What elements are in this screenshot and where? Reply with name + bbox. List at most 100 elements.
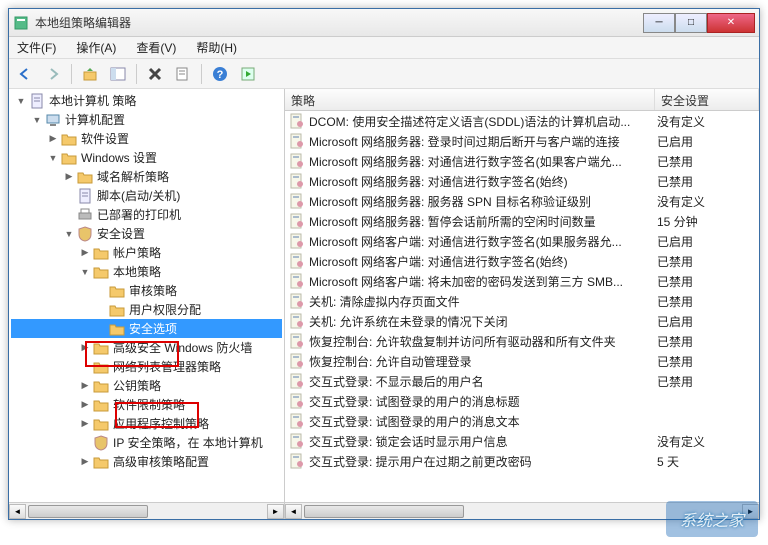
scroll-track[interactable]: [26, 504, 267, 519]
help-icon: ?: [212, 66, 228, 82]
list-body[interactable]: DCOM: 使用安全描述符定义语言(SDDL)语法的计算机启动...没有定义Mi…: [285, 111, 759, 502]
expand-icon[interactable]: ▶: [79, 247, 91, 258]
printer-icon: [77, 207, 93, 223]
setting-cell: 已禁用: [657, 253, 755, 270]
policy-icon: [289, 353, 305, 369]
tree-item-app-control[interactable]: ▶应用程序控制策略: [11, 414, 282, 433]
back-icon: [17, 66, 33, 82]
folder-icon: [93, 359, 109, 375]
delete-button[interactable]: [143, 62, 167, 86]
show-hide-tree-button[interactable]: [106, 62, 130, 86]
minimize-button[interactable]: ─: [643, 13, 675, 33]
tree-item-local-policy[interactable]: ▼本地策略: [11, 262, 282, 281]
expand-icon[interactable]: ▶: [79, 399, 91, 410]
list-row[interactable]: Microsoft 网络服务器: 服务器 SPN 目标名称验证级别没有定义: [285, 191, 759, 211]
list-row[interactable]: Microsoft 网络服务器: 对通信进行数字签名(如果客户端允...已禁用: [285, 151, 759, 171]
expand-icon[interactable]: ▶: [79, 380, 91, 391]
up-button[interactable]: [78, 62, 102, 86]
scroll-thumb[interactable]: [28, 505, 148, 518]
extra-button[interactable]: [236, 62, 260, 86]
setting-cell: 没有定义: [657, 193, 755, 210]
list-row[interactable]: Microsoft 网络客户端: 将未加密的密码发送到第三方 SMB...已禁用: [285, 271, 759, 291]
menu-file[interactable]: 文件(F): [13, 37, 60, 58]
list-row[interactable]: DCOM: 使用安全描述符定义语言(SDDL)语法的计算机启动...没有定义: [285, 111, 759, 131]
expand-icon[interactable]: ▼: [47, 153, 59, 163]
tree-item-software-settings[interactable]: ▶软件设置: [11, 129, 282, 148]
tree-item-audit-policy[interactable]: 审核策略: [11, 281, 282, 300]
policy-icon: [289, 193, 305, 209]
scroll-left-button[interactable]: ◄: [9, 504, 26, 519]
tree-item-public-key[interactable]: ▶公钥策略: [11, 376, 282, 395]
forward-icon: [45, 66, 61, 82]
tree-hscrollbar[interactable]: ◄ ►: [9, 502, 284, 519]
tree-item-account-policy[interactable]: ▶帐户策略: [11, 243, 282, 262]
list-row[interactable]: 交互式登录: 试图登录的用户的消息文本: [285, 411, 759, 431]
setting-cell: 15 分钟: [657, 213, 755, 230]
tree-item-scripts[interactable]: 脚本(启动/关机): [11, 186, 282, 205]
expand-icon[interactable]: ▼: [31, 115, 43, 125]
maximize-button[interactable]: □: [675, 13, 707, 33]
policy-cell: 交互式登录: 试图登录的用户的消息标题: [309, 393, 657, 410]
list-row[interactable]: Microsoft 网络客户端: 对通信进行数字签名(始终)已禁用: [285, 251, 759, 271]
tree-label: IP 安全策略，在 本地计算机: [113, 434, 263, 451]
tree-item-adv-audit[interactable]: ▶高级审核策略配置: [11, 452, 282, 471]
tree-pane[interactable]: ▼ 本地计算机 策略▼计算机配置▶软件设置▼Windows 设置▶域名解析策略脚本…: [9, 89, 285, 519]
column-policy[interactable]: 策略: [285, 89, 655, 110]
list-row[interactable]: 交互式登录: 锁定会话时显示用户信息没有定义: [285, 431, 759, 451]
list-row[interactable]: 交互式登录: 试图登录的用户的消息标题: [285, 391, 759, 411]
tree-item-user-rights[interactable]: 用户权限分配: [11, 300, 282, 319]
menu-view[interactable]: 查看(V): [132, 37, 180, 58]
help-button[interactable]: ?: [208, 62, 232, 86]
list-row[interactable]: 恢复控制台: 允许自动管理登录已禁用: [285, 351, 759, 371]
tree-label: 脚本(启动/关机): [97, 187, 180, 204]
close-button[interactable]: ✕: [707, 13, 755, 33]
tree-label: 本地计算机 策略: [49, 92, 136, 109]
forward-button[interactable]: [41, 62, 65, 86]
tree-item-windows-settings[interactable]: ▼Windows 设置: [11, 148, 282, 167]
tree-item-security-options[interactable]: 安全选项: [11, 319, 282, 338]
tree-item-adv-firewall[interactable]: ▶高级安全 Windows 防火墙: [11, 338, 282, 357]
list-row[interactable]: Microsoft 网络服务器: 登录时间过期后断开与客户端的连接已启用: [285, 131, 759, 151]
tree-item-printers[interactable]: 已部署的打印机: [11, 205, 282, 224]
setting-cell: 已启用: [657, 233, 755, 250]
expand-icon[interactable]: ▶: [79, 342, 91, 353]
tree-item-name-resolution[interactable]: ▶域名解析策略: [11, 167, 282, 186]
tree-item-ip-security[interactable]: IP 安全策略，在 本地计算机: [11, 433, 282, 452]
list-row[interactable]: Microsoft 网络客户端: 对通信进行数字签名(如果服务器允...已启用: [285, 231, 759, 251]
properties-button[interactable]: [171, 62, 195, 86]
column-setting[interactable]: 安全设置: [655, 89, 759, 110]
scroll-left-button[interactable]: ◄: [285, 504, 302, 519]
titlebar[interactable]: 本地组策略编辑器 ─ □ ✕: [9, 9, 759, 37]
list-header[interactable]: 策略 安全设置: [285, 89, 759, 111]
scroll-thumb[interactable]: [304, 505, 464, 518]
list-row[interactable]: 关机: 允许系统在未登录的情况下关闭已启用: [285, 311, 759, 331]
scroll-right-button[interactable]: ►: [742, 504, 759, 519]
tree-item-software-restriction[interactable]: ▶软件限制策略: [11, 395, 282, 414]
list-hscrollbar[interactable]: ◄ ►: [285, 502, 759, 519]
expand-icon[interactable]: ▼: [15, 96, 27, 106]
back-button[interactable]: [13, 62, 37, 86]
expand-icon[interactable]: ▶: [47, 133, 59, 144]
scroll-track[interactable]: [302, 504, 742, 519]
expand-icon[interactable]: ▶: [63, 171, 75, 182]
expand-icon[interactable]: ▼: [63, 229, 75, 239]
list-row[interactable]: 交互式登录: 提示用户在过期之前更改密码5 天: [285, 451, 759, 471]
menu-action[interactable]: 操作(A): [72, 37, 120, 58]
tree-item-computer-config[interactable]: ▼计算机配置: [11, 110, 282, 129]
policy-cell: DCOM: 使用安全描述符定义语言(SDDL)语法的计算机启动...: [309, 113, 657, 130]
menu-help[interactable]: 帮助(H): [192, 37, 241, 58]
tree-item-nlm-policy[interactable]: 网络列表管理器策略: [11, 357, 282, 376]
tree-item-root[interactable]: ▼ 本地计算机 策略: [11, 91, 282, 110]
list-row[interactable]: Microsoft 网络服务器: 暂停会话前所需的空闲时间数量15 分钟: [285, 211, 759, 231]
setting-cell: 5 天: [657, 453, 755, 470]
expand-icon[interactable]: ▶: [79, 418, 91, 429]
scroll-right-button[interactable]: ►: [267, 504, 284, 519]
folder-icon: [77, 169, 93, 185]
list-row[interactable]: 恢复控制台: 允许软盘复制并访问所有驱动器和所有文件夹已禁用: [285, 331, 759, 351]
list-row[interactable]: 交互式登录: 不显示最后的用户名已禁用: [285, 371, 759, 391]
tree-item-security-settings[interactable]: ▼安全设置: [11, 224, 282, 243]
list-row[interactable]: Microsoft 网络服务器: 对通信进行数字签名(始终)已禁用: [285, 171, 759, 191]
expand-icon[interactable]: ▶: [79, 456, 91, 467]
list-row[interactable]: 关机: 清除虚拟内存页面文件已禁用: [285, 291, 759, 311]
expand-icon[interactable]: ▼: [79, 267, 91, 277]
